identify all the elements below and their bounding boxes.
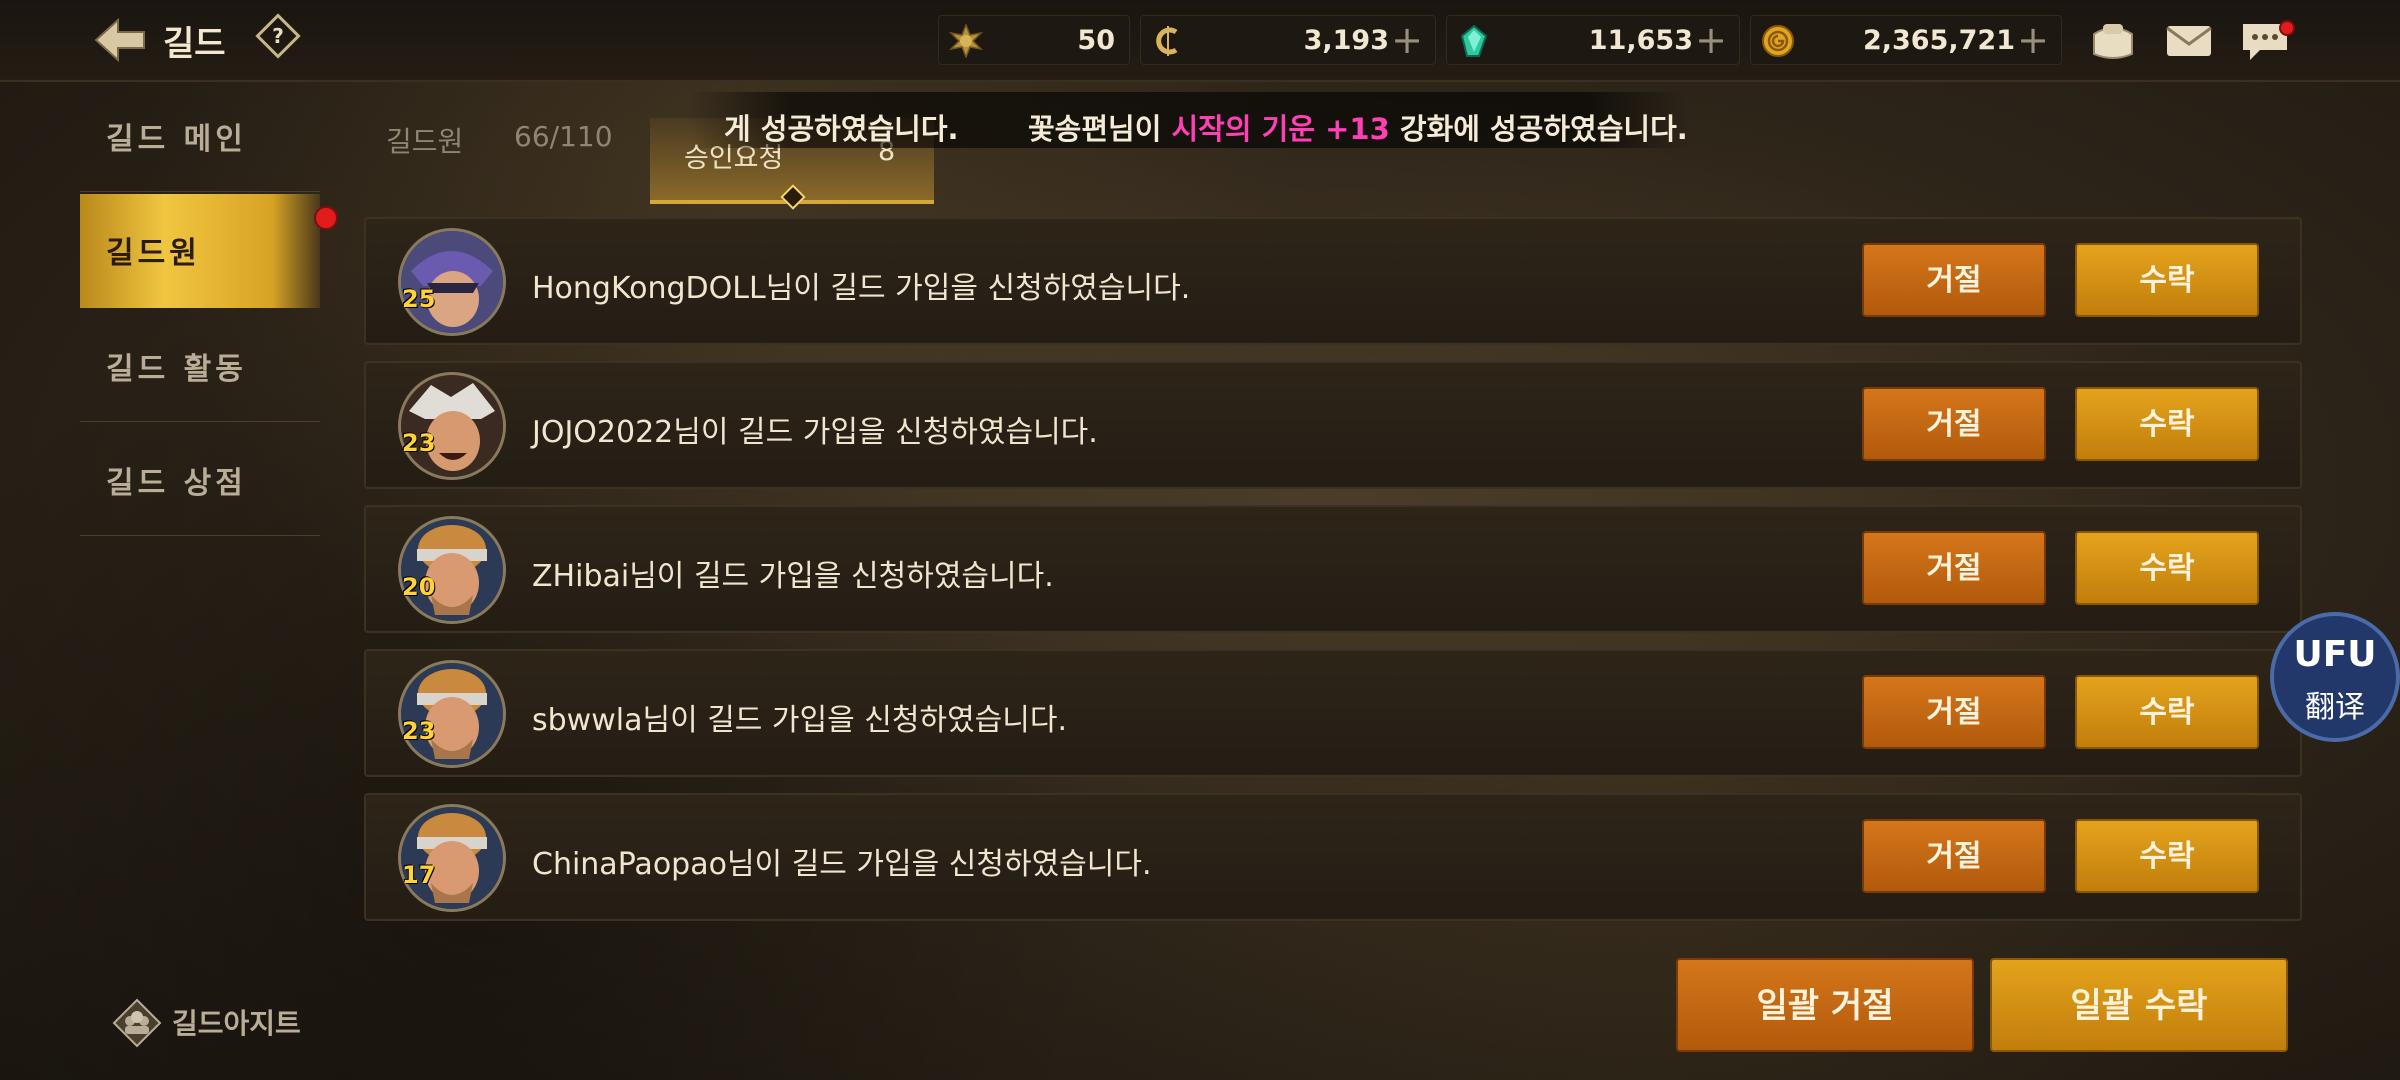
level-badge: 17: [402, 861, 436, 889]
avatar: [398, 804, 506, 912]
accept-button[interactable]: 수락: [2075, 531, 2259, 605]
request-message: HongKongDOLL님이 길드 가입을 신청하였습니다.: [532, 271, 1191, 306]
sidebar-item-label: 길드 활동: [106, 352, 247, 387]
currency-value: 2,365,721: [1862, 25, 2015, 56]
list-item: 25 HongKongDOLL님이 길드 가입을 신청하였습니다. 거절 수락: [364, 217, 2302, 345]
c-coin-icon: [1156, 26, 1178, 56]
tab-members[interactable]: 길드원: [386, 120, 463, 160]
sidebar-item-guild-shop[interactable]: 길드 상점: [80, 424, 320, 536]
sidebar-item-label: 길드원: [106, 236, 201, 271]
add-currency-button[interactable]: +: [2017, 18, 2049, 62]
back-arrow-icon[interactable]: [92, 14, 148, 66]
accept-button[interactable]: 수락: [2075, 387, 2259, 461]
ticker-suffix: 강화에 성공하였습니다.: [1389, 112, 1688, 146]
request-message: ChinaPaopao님이 길드 가입을 신청하였습니다.: [532, 847, 1152, 882]
bulk-accept-button[interactable]: 일괄 수락: [1990, 958, 2288, 1052]
avatar: [398, 228, 506, 336]
notification-dot: [314, 206, 338, 230]
guild-hideout-label: 길드아지트: [172, 1007, 301, 1040]
translate-widget-button[interactable]: UFU 翻译: [2270, 612, 2400, 742]
level-badge: 23: [402, 717, 436, 745]
reject-button[interactable]: 거절: [1862, 819, 2046, 893]
pouch-icon[interactable]: [2086, 14, 2140, 66]
bulk-reject-button[interactable]: 일괄 거절: [1676, 958, 1974, 1052]
tab-label: 길드원: [386, 125, 464, 158]
currency-value: 11,653: [1588, 25, 1693, 56]
character-portrait-icon: [401, 807, 503, 909]
avatar: [398, 660, 506, 768]
avatar: [398, 516, 506, 624]
currency-value: 3,193: [1303, 25, 1389, 56]
reject-button[interactable]: 거절: [1862, 531, 2046, 605]
list-item: 20 ZHibai님이 길드 가입을 신청하였습니다. 거절 수락: [364, 505, 2302, 633]
character-portrait-icon: [401, 663, 503, 765]
tab-indicator-icon: [780, 184, 806, 210]
ticker-message-2: 꽃송편님이 시작의 기운 +13 강화에 성공하였습니다.: [1028, 106, 1688, 148]
help-button[interactable]: ?: [255, 13, 301, 59]
sidebar-item-label: 길드 상점: [106, 466, 247, 501]
green-gem-icon: [1460, 24, 1488, 57]
level-badge: 20: [402, 573, 436, 601]
add-currency-button[interactable]: +: [1391, 18, 1423, 62]
accept-button[interactable]: 수락: [2075, 819, 2259, 893]
translate-label: 翻译: [2305, 690, 2365, 725]
currency-gold: 2,365,721 +: [1750, 15, 2062, 65]
currency-c: 3,193 +: [1140, 15, 1436, 65]
sidebar-item-guild-main[interactable]: 길드 메인: [80, 80, 320, 192]
tab-members-count: 66/110: [514, 120, 613, 153]
page-title: 길드: [163, 24, 226, 64]
character-portrait-icon: [401, 519, 503, 621]
sidebar-item-guild-activity[interactable]: 길드 활동: [80, 310, 320, 422]
level-badge: 23: [402, 429, 436, 457]
guild-hideout-icon: [112, 998, 162, 1048]
request-message: JOJO2022님이 길드 가입을 신청하였습니다.: [532, 415, 1098, 450]
currency-sun: 50: [938, 15, 1130, 65]
list-item: 23 sbwwla님이 길드 가입을 신청하였습니다. 거절 수락: [364, 649, 2302, 777]
ticker-prefix: 꽃송편님이: [1028, 112, 1172, 146]
sidebar-item-label: 길드 메인: [106, 122, 247, 157]
character-portrait-icon: [401, 375, 503, 477]
top-bar: 길드 ? 50 3,193 + 11,653 + 2,365,721 +: [0, 0, 2400, 82]
mail-icon[interactable]: [2162, 14, 2216, 66]
reject-button[interactable]: 거절: [1862, 243, 2046, 317]
accept-button[interactable]: 수락: [2075, 675, 2259, 749]
reject-button[interactable]: 거절: [1862, 675, 2046, 749]
sun-badge-icon: [949, 24, 983, 58]
list-item: 17 ChinaPaopao님이 길드 가입을 신청하였습니다. 거절 수락: [364, 793, 2302, 921]
accept-button[interactable]: 수락: [2075, 243, 2259, 317]
help-icon: ?: [272, 24, 284, 48]
request-message: ZHibai님이 길드 가입을 신청하였습니다.: [532, 559, 1054, 594]
ticker-message-1: 게 성공하였습니다.: [724, 112, 959, 146]
request-message: sbwwla님이 길드 가입을 신청하였습니다.: [532, 703, 1068, 738]
level-badge: 25: [402, 285, 436, 313]
notification-dot: [2279, 20, 2295, 36]
reject-button[interactable]: 거절: [1862, 387, 2046, 461]
character-portrait-icon: [401, 231, 503, 333]
translate-logo: UFU: [2293, 634, 2377, 675]
gold-coin-icon: [1762, 25, 1794, 57]
sidebar-item-members[interactable]: 길드원: [80, 194, 320, 308]
currency-value: 50: [1077, 25, 1115, 56]
avatar: [398, 372, 506, 480]
currency-gem: 11,653 +: [1446, 15, 1740, 65]
add-currency-button[interactable]: +: [1695, 18, 1727, 62]
list-item: 23 JOJO2022님이 길드 가입을 신청하였습니다. 거절 수락: [364, 361, 2302, 489]
ticker-item-name: 시작의 기운 +13: [1171, 112, 1390, 146]
